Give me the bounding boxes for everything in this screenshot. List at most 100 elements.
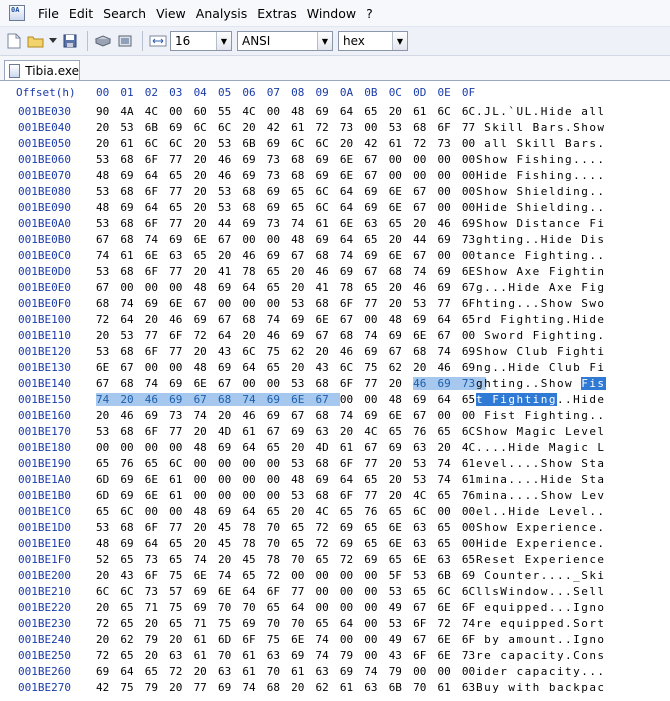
- ascii-char[interactable]: i: [492, 297, 500, 310]
- hex-byte[interactable]: 00: [389, 153, 413, 166]
- ascii-char[interactable]: S: [476, 185, 484, 198]
- hex-byte[interactable]: 60: [194, 105, 218, 118]
- hex-byte[interactable]: 6C: [413, 505, 437, 518]
- ascii-char[interactable]: t: [492, 377, 500, 390]
- ascii-char[interactable]: .: [589, 665, 597, 678]
- ascii-char[interactable]: [508, 665, 516, 678]
- hex-byte[interactable]: 6F: [169, 329, 193, 342]
- hex-byte[interactable]: 6C: [340, 361, 364, 374]
- hex-byte[interactable]: 65: [267, 265, 291, 278]
- ascii-char[interactable]: o: [492, 265, 500, 278]
- hex-byte[interactable]: 00: [364, 585, 388, 598]
- hex-byte[interactable]: 53: [291, 297, 315, 310]
- hex-byte[interactable]: 74: [145, 233, 169, 246]
- hex-byte[interactable]: 6F: [145, 521, 169, 534]
- ascii-char[interactable]: i: [565, 185, 573, 198]
- hex-byte[interactable]: 67: [413, 249, 437, 262]
- hex-byte[interactable]: 64: [340, 185, 364, 198]
- hex-byte[interactable]: 77: [169, 425, 193, 438]
- hex-byte[interactable]: 6F: [145, 265, 169, 278]
- hex-byte[interactable]: 63: [413, 521, 437, 534]
- hex-byte[interactable]: 00: [242, 457, 266, 470]
- hex-byte[interactable]: 69: [291, 329, 315, 342]
- hex-byte[interactable]: 65: [145, 665, 169, 678]
- hex-byte[interactable]: 64: [242, 441, 266, 454]
- ascii-char[interactable]: J: [484, 105, 492, 118]
- menu-analysis[interactable]: Analysis: [191, 6, 253, 21]
- ascii-char[interactable]: e: [541, 537, 549, 550]
- hex-byte[interactable]: 79: [145, 633, 169, 646]
- ascii-char[interactable]: h: [484, 265, 492, 278]
- ascii-char[interactable]: w: [597, 121, 605, 134]
- ascii-char[interactable]: F: [516, 169, 524, 182]
- ascii-char[interactable]: n: [508, 569, 516, 582]
- hex-byte[interactable]: 00: [437, 153, 461, 166]
- hex-byte[interactable]: 20: [389, 281, 413, 294]
- row-bytes[interactable]: 53 68 6F 77 20 45 78 70 65 72 69 65 6E 63 65 00: [96, 521, 476, 534]
- ascii-char[interactable]: H: [541, 233, 549, 246]
- ascii-char[interactable]: F: [516, 153, 524, 166]
- hex-byte[interactable]: 65: [145, 457, 169, 470]
- ascii-char[interactable]: l: [549, 185, 557, 198]
- ascii-char[interactable]: .: [581, 153, 589, 166]
- ascii-char[interactable]: e: [533, 361, 541, 374]
- hex-byte[interactable]: 61: [120, 137, 144, 150]
- ascii-char[interactable]: k: [525, 137, 533, 150]
- hex-byte[interactable]: 6B: [389, 681, 413, 694]
- hex-byte[interactable]: 74: [316, 649, 340, 662]
- ascii-char[interactable]: t: [524, 392, 533, 406]
- ascii-char[interactable]: .: [492, 281, 500, 294]
- hex-byte[interactable]: 75: [218, 617, 242, 630]
- ascii-char[interactable]: .: [516, 489, 524, 502]
- ascii-char[interactable]: n: [573, 537, 581, 550]
- hex-byte[interactable]: 6E: [194, 569, 218, 582]
- hex-byte[interactable]: 65: [291, 537, 315, 550]
- hex-editor[interactable]: Offset(h) 00 01 02 03 04 05 06 07 08 09 0A 0B 0C 0D 0E…: [0, 81, 670, 695]
- ascii-char[interactable]: [549, 345, 557, 358]
- ascii-char[interactable]: .: [597, 137, 605, 150]
- ascii-char[interactable]: .: [533, 377, 541, 390]
- row-ascii[interactable]: Hide Shielding..: [476, 201, 606, 214]
- ascii-char[interactable]: .: [533, 233, 541, 246]
- ascii-char[interactable]: l: [589, 105, 597, 118]
- ascii-char[interactable]: o: [557, 377, 565, 390]
- ascii-char[interactable]: i: [476, 665, 484, 678]
- ascii-char[interactable]: a: [589, 681, 597, 694]
- ascii-char[interactable]: l: [484, 505, 492, 518]
- ascii-char[interactable]: g: [476, 377, 484, 390]
- hex-byte[interactable]: 67: [96, 233, 120, 246]
- ascii-char[interactable]: o: [581, 617, 589, 630]
- ascii-char[interactable]: u: [533, 633, 541, 646]
- ascii-char[interactable]: e: [573, 217, 581, 230]
- open-ram-icon[interactable]: [115, 31, 135, 51]
- ascii-char[interactable]: e: [565, 233, 573, 246]
- ascii-char[interactable]: t: [492, 233, 500, 246]
- ascii-char[interactable]: i: [525, 217, 533, 230]
- hex-byte[interactable]: 20: [389, 297, 413, 310]
- hex-byte[interactable]: 62: [120, 633, 144, 646]
- ascii-char[interactable]: .: [589, 169, 597, 182]
- ascii-char[interactable]: i: [533, 409, 541, 422]
- ascii-char[interactable]: o: [492, 185, 500, 198]
- ascii-char[interactable]: i: [597, 345, 605, 358]
- hex-byte[interactable]: 73: [267, 217, 291, 230]
- ascii-char[interactable]: S: [484, 121, 492, 134]
- ascii-char[interactable]: c: [581, 521, 589, 534]
- ascii-char[interactable]: S: [581, 297, 589, 310]
- hex-byte[interactable]: 61: [291, 665, 315, 678]
- ascii-char[interactable]: .: [500, 505, 508, 518]
- ascii-char[interactable]: [492, 649, 500, 662]
- ascii-char[interactable]: n: [557, 217, 565, 230]
- ascii-char[interactable]: s: [533, 217, 541, 230]
- row-ascii[interactable]: all Skill Bars.: [476, 137, 606, 150]
- ascii-char[interactable]: k: [573, 681, 581, 694]
- ascii-char[interactable]: g: [541, 409, 549, 422]
- hex-byte[interactable]: 61: [316, 217, 340, 230]
- menu-help[interactable]: ?: [361, 6, 378, 21]
- ascii-char[interactable]: t: [549, 633, 557, 646]
- hex-byte[interactable]: 69: [364, 249, 388, 262]
- row-ascii[interactable]: Show Shielding..: [476, 185, 606, 198]
- hex-byte[interactable]: 42: [364, 137, 388, 150]
- ascii-char[interactable]: w: [500, 425, 508, 438]
- ascii-char[interactable]: [476, 137, 484, 150]
